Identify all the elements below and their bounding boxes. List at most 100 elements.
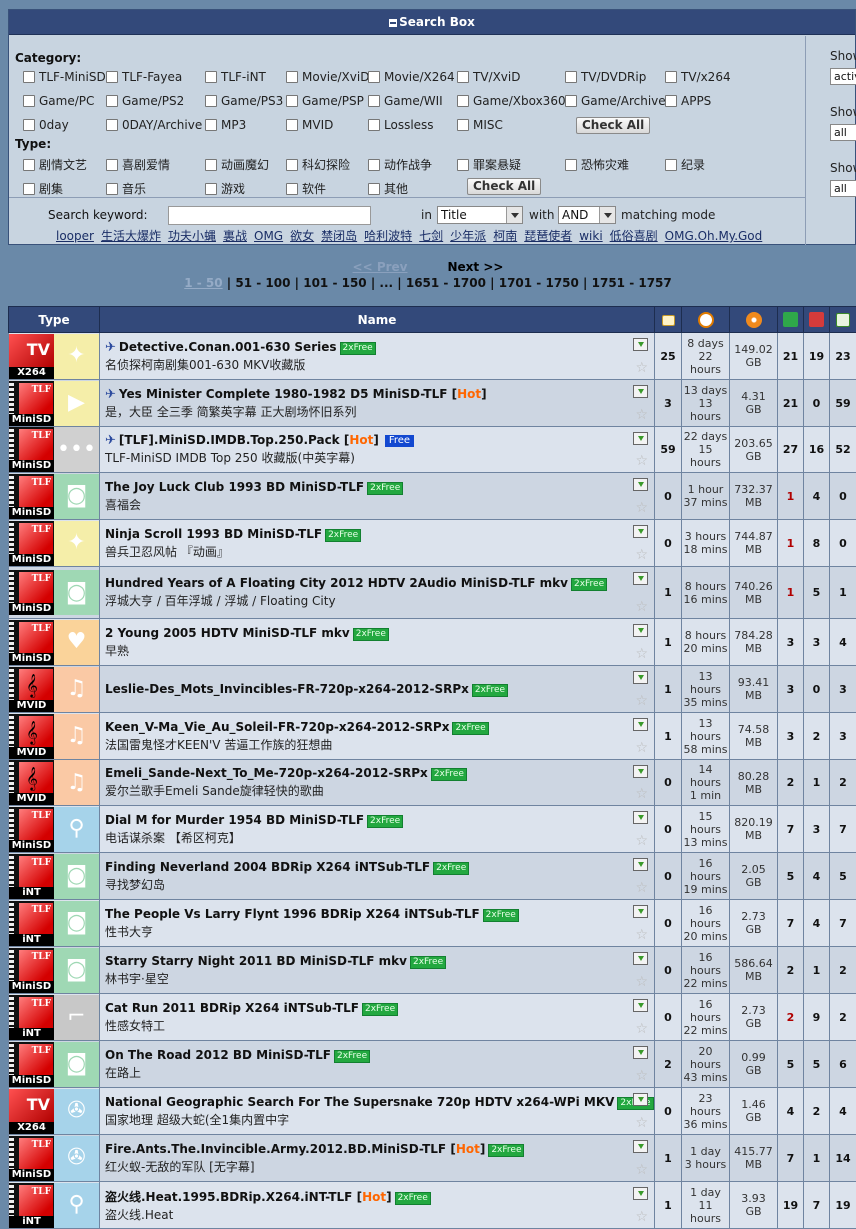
prev-link[interactable]: << Prev [353,260,408,274]
torrent-title[interactable]: Ninja Scroll 1993 BD MiniSD-TLF [105,527,322,541]
checkbox[interactable] [368,95,380,107]
torrent-title[interactable]: Hundred Years of A Floating City 2012 HD… [105,576,568,590]
comments-count[interactable]: 0 [655,994,682,1041]
download-icon[interactable] [633,905,648,918]
completed-count[interactable]: 23 [830,333,856,380]
torrent-title[interactable]: National Geographic Search For The Super… [105,1095,614,1109]
torrent-title[interactable]: Detective.Conan.001-630 Series [119,340,337,354]
seeders-count[interactable]: 19 [778,1182,804,1229]
category-checkbox[interactable]: TLF-iNT [205,70,266,84]
completed-count[interactable]: 14 [830,1135,856,1182]
type-checkbox[interactable]: 其他 [368,180,408,197]
type-checkbox[interactable]: 科幻探险 [286,156,350,173]
category-checkbox[interactable]: 0day [23,118,69,132]
seeders-count[interactable]: 5 [778,853,804,900]
hot-keyword-link[interactable]: 低俗喜剧 [610,229,658,243]
category-checkbox[interactable]: Game/PC [23,94,94,108]
torrent-title[interactable]: Cat Run 2011 BDRip X264 iNTSub-TLF [105,1001,359,1015]
category-mvid-icon[interactable]: 𝄞MVID [9,760,54,805]
show-select-2[interactable]: all [830,124,856,141]
leechers-count[interactable]: 0 [804,666,830,713]
hot-keyword-link[interactable]: 禁闭岛 [321,229,357,243]
bookmark-star-icon[interactable]: ☆ [635,600,648,614]
checkbox[interactable] [23,183,35,195]
leechers-count[interactable]: 8 [804,520,830,567]
comments-count[interactable]: 1 [655,666,682,713]
download-icon[interactable] [633,1140,648,1153]
checkbox[interactable] [205,183,217,195]
hot-keyword-link[interactable]: wiki [579,229,602,243]
checkbox[interactable] [368,119,380,131]
hot-keyword-link[interactable]: looper [56,229,94,243]
completed-count[interactable]: 1 [830,567,856,619]
col-size[interactable] [730,307,778,333]
checkbox[interactable] [457,159,469,171]
type-checkbox[interactable]: 罪案悬疑 [457,156,521,173]
hot-keyword-link[interactable]: 裏战 [223,229,247,243]
checkbox[interactable] [205,71,217,83]
download-icon[interactable] [633,671,648,684]
download-icon[interactable] [633,432,648,445]
bookmark-star-icon[interactable]: ☆ [635,408,648,422]
category-checkbox[interactable]: APPS [665,94,711,108]
completed-count[interactable]: 7 [830,806,856,853]
category-tlf-icon[interactable]: TLFMiniSD [9,948,54,993]
category-checkbox[interactable]: Game/PS2 [106,94,184,108]
seeders-count[interactable]: 7 [778,806,804,853]
category-tlf-icon[interactable]: TLFMiniSD [9,1136,54,1181]
category-tlf-icon[interactable]: TLFiNT [9,901,54,946]
download-icon[interactable] [633,525,648,538]
category-checkbox[interactable]: Game/Xbox360 [457,94,566,108]
checkbox[interactable] [368,183,380,195]
seeders-count[interactable]: 4 [778,1088,804,1135]
leechers-count[interactable]: 4 [804,900,830,947]
category-tlf-icon[interactable]: TLFMiniSD [9,620,54,665]
torrent-title[interactable]: Leslie-Des_Mots_Invincibles-FR-720p-x264… [105,682,469,696]
category-checkbox[interactable]: MISC [457,118,503,132]
match-mode-select[interactable]: AND [558,206,616,224]
page-link[interactable]: 1651 - 1700 [406,276,486,290]
category-checkbox[interactable]: Movie/XviD [286,70,369,84]
category-checkbox[interactable]: Lossless [368,118,434,132]
seeders-count[interactable]: 1 [778,520,804,567]
completed-count[interactable]: 4 [830,619,856,666]
download-icon[interactable] [633,478,648,491]
completed-count[interactable]: 2 [830,947,856,994]
comments-count[interactable]: 3 [655,380,682,427]
bookmark-star-icon[interactable]: ☆ [635,881,648,895]
type-checkbox[interactable]: 音乐 [106,180,146,197]
download-icon[interactable] [633,385,648,398]
download-icon[interactable] [633,572,648,585]
hot-keyword-link[interactable]: 少年派 [450,229,486,243]
checkbox[interactable] [106,159,118,171]
category-tlf-icon[interactable]: TLFiNT [9,854,54,899]
comments-count[interactable]: 1 [655,1182,682,1229]
download-icon[interactable] [633,952,648,965]
seeders-count[interactable]: 21 [778,380,804,427]
col-seeders[interactable] [778,307,804,333]
type-checkbox[interactable]: 动作战争 [368,156,432,173]
search-box-header[interactable]: Search Box [9,10,855,35]
torrent-title[interactable]: Emeli_Sande-Next_To_Me-720p-x264-2012-SR… [105,766,428,780]
page-link[interactable]: 51 - 100 [235,276,290,290]
col-completed[interactable] [830,307,856,333]
seeders-count[interactable]: 1 [778,473,804,520]
leechers-count[interactable]: 0 [804,380,830,427]
seeders-count[interactable]: 3 [778,619,804,666]
col-type[interactable]: Type [9,307,100,333]
comments-count[interactable]: 0 [655,520,682,567]
type-checkbox[interactable]: 喜剧爱情 [106,156,170,173]
comments-count[interactable]: 0 [655,900,682,947]
category-tlf-icon[interactable]: TLFMiniSD [9,1042,54,1087]
checkbox[interactable] [23,95,35,107]
search-field-select[interactable]: Title [437,206,523,224]
hot-keyword-link[interactable]: OMG.Oh.My.God [665,229,763,243]
comments-count[interactable]: 0 [655,806,682,853]
checkbox[interactable] [205,159,217,171]
category-tlf-icon[interactable]: TLFMiniSD [9,474,54,519]
completed-count[interactable]: 19 [830,1182,856,1229]
comments-count[interactable]: 25 [655,333,682,380]
torrent-title[interactable]: The People Vs Larry Flynt 1996 BDRip X26… [105,907,480,921]
hot-keyword-link[interactable]: 七剑 [419,229,443,243]
checkbox[interactable] [665,95,677,107]
